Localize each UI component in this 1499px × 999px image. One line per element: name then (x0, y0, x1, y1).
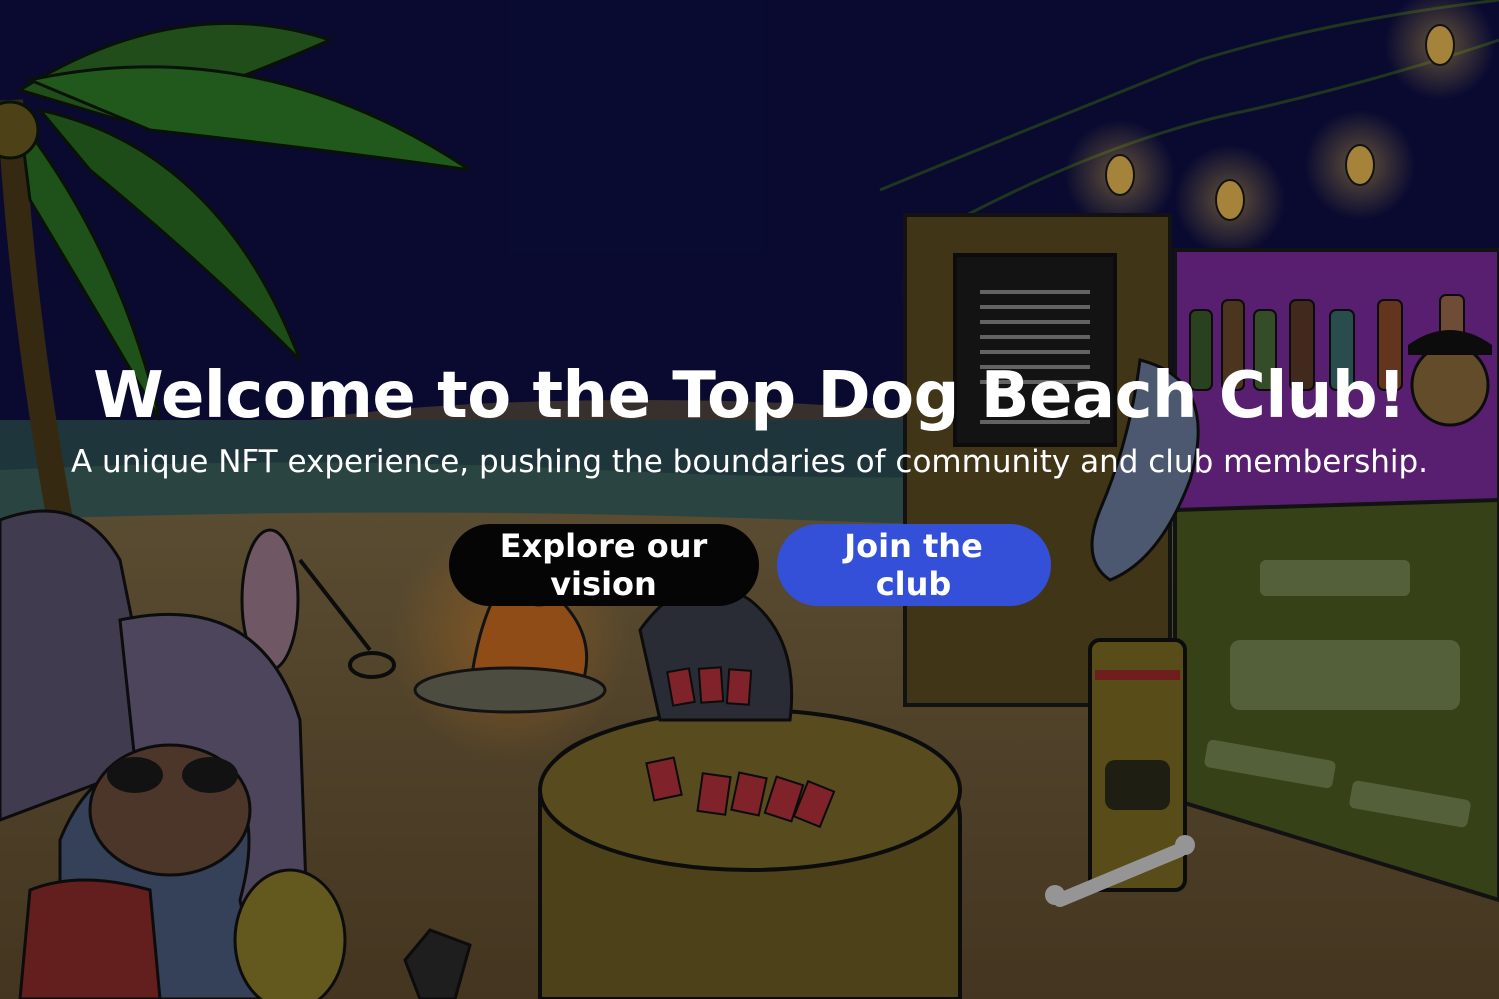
hero-section: Welcome to the Top Dog Beach Club! A uni… (0, 0, 1499, 999)
hero-content: Welcome to the Top Dog Beach Club! A uni… (0, 352, 1499, 606)
explore-vision-button[interactable]: Explore our vision (448, 524, 759, 606)
hero-title: Welcome to the Top Dog Beach Club! (93, 359, 1406, 433)
join-club-button[interactable]: Join the club (776, 524, 1051, 606)
hero-subtitle: A unique NFT experience, pushing the bou… (70, 444, 1429, 480)
hero-buttons: Explore our vision Join the club (0, 524, 1499, 606)
